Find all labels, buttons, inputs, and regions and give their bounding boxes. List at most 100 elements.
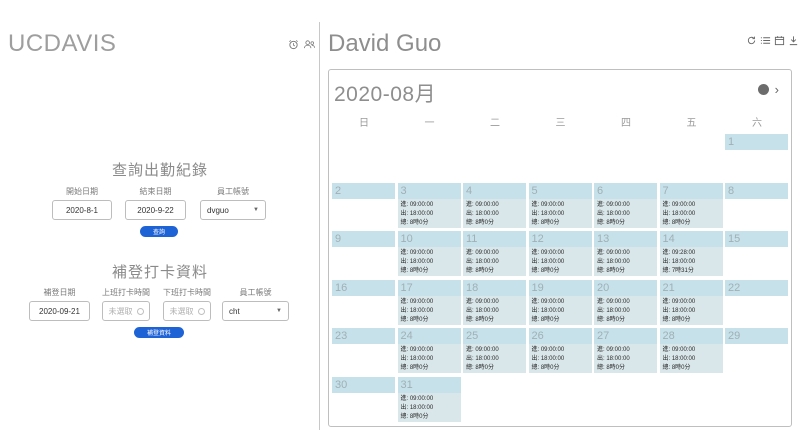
day-cell-number[interactable]: 2 [332, 182, 395, 199]
attendance-total-line: 總: 8時0分 [466, 316, 495, 323]
month-status-dot[interactable] [757, 84, 769, 95]
day-cell-number[interactable]: 19 [528, 279, 592, 296]
attendance-in-line: 進: 09:00:00 [597, 347, 630, 353]
day-attendance-record[interactable]: 進: 09:00:00 出: 18:00:00 總: 8時0分 [463, 295, 526, 325]
attendance-in-line: 進: 09:00:00 [531, 347, 565, 353]
day-attendance-record[interactable]: 進: 09:00:00 出: 18:00:00 總: 8時0分 [528, 295, 592, 325]
alarm-clock-icon[interactable] [288, 39, 299, 50]
day-attendance-record[interactable]: 進: 09:00:00 出: 18:00:00 總: 8時0分 [528, 198, 592, 228]
attendance-out-line: 出: 18:00:00 [531, 356, 565, 362]
attendance-total-line: 總: 8時0分 [466, 219, 495, 226]
makeup-date-input[interactable]: 2020-09-21 [29, 301, 90, 321]
query-section-title: 查詢出勤紀錄 [111, 162, 208, 179]
day-cell-number[interactable]: 22 [725, 279, 788, 296]
attendance-total-line: 總: 8時0分 [400, 413, 429, 420]
day-cell-number[interactable]: 16 [332, 279, 395, 296]
attendance-total-line: 總: 8時0分 [531, 268, 560, 274]
clock-in-time-input[interactable]: 未選取 [102, 301, 150, 321]
day-attendance-record[interactable]: 進: 09:00:00 出: 18:00:00 總: 8時0分 [463, 344, 526, 373]
clock-out-label: 下班打卡時間 [163, 288, 211, 297]
day-cell-number[interactable]: 27 [594, 328, 657, 344]
day-attendance-record[interactable]: 進: 09:00:00 出: 18:00:00 總: 8時0分 [594, 295, 657, 325]
attendance-total-line: 總: 8時0分 [400, 268, 429, 274]
attendance-total-line: 總: 8時0分 [400, 316, 429, 323]
day-attendance-record[interactable]: 進: 09:00:00 出: 18:00:00 總: 8時0分 [397, 247, 461, 276]
day-cell-number[interactable]: 29 [725, 328, 788, 344]
weekday-label: 五 [686, 118, 697, 129]
attendance-out-line: 出: 18:00:00 [466, 259, 499, 265]
next-month-icon[interactable]: › [775, 83, 779, 96]
attendance-out-line: 出: 18:00:00 [597, 307, 630, 314]
day-cell-number[interactable]: 3 [397, 182, 461, 199]
day-attendance-record[interactable]: 進: 09:00:00 出: 18:00:00 總: 8時0分 [594, 344, 657, 373]
day-attendance-record[interactable]: 進: 09:00:00 出: 18:00:00 總: 8時0分 [594, 198, 657, 228]
day-cell-number[interactable]: 11 [463, 231, 526, 247]
start-date-input[interactable]: 2020-8-1 [52, 200, 112, 220]
attendance-out-line: 出: 18:00:00 [466, 356, 499, 362]
day-cell-number[interactable]: 8 [725, 182, 788, 199]
day-cell-number[interactable]: 15 [725, 231, 788, 247]
weekday-label: 六 [752, 118, 762, 129]
day-attendance-record[interactable]: 進: 09:00:00 出: 18:00:00 總: 8時0分 [397, 295, 461, 325]
weekday-label: 日 [359, 118, 369, 129]
day-attendance-record[interactable]: 進: 09:00:00 出: 18:00:00 總: 8時0分 [397, 344, 461, 373]
day-attendance-record[interactable]: 進: 09:00:00 出: 18:00:00 總: 8時0分 [528, 344, 592, 373]
day-cell-number[interactable]: 25 [463, 328, 526, 344]
day-cell-number[interactable]: 14 [659, 231, 723, 247]
attendance-in-line: 進: 09:00:00 [466, 201, 499, 208]
makeup-submit-button[interactable]: 補登資料 [134, 327, 184, 338]
attendance-total-line: 總: 8時0分 [597, 365, 626, 371]
query-button[interactable]: 查詢 [140, 226, 178, 237]
day-cell-number[interactable]: 28 [659, 328, 723, 344]
day-cell-number[interactable]: 24 [397, 328, 461, 344]
day-attendance-record[interactable]: 進: 09:00:00 出: 18:00:00 總: 8時0分 [659, 344, 723, 373]
attendance-out-line: 出: 18:00:00 [400, 404, 434, 411]
day-cell-number[interactable]: 30 [332, 376, 395, 393]
calendar-icon[interactable] [774, 35, 785, 46]
day-attendance-record[interactable]: 進: 09:00:00 出: 18:00:00 總: 8時0分 [463, 247, 526, 276]
day-cell-number[interactable]: 5 [528, 182, 592, 199]
clock-out-time-input[interactable]: 未選取 [163, 301, 211, 321]
day-attendance-record[interactable]: 進: 09:00:00 出: 18:00:00 總: 8時0分 [463, 198, 526, 228]
day-cell-number[interactable]: 18 [463, 279, 526, 296]
start-date-label: 開始日期 [66, 187, 98, 196]
list-icon[interactable] [760, 35, 771, 46]
makeup-account-select[interactable]: cht ▼ [222, 301, 289, 321]
day-cell-number[interactable]: 21 [659, 279, 723, 296]
day-attendance-record[interactable]: 進: 09:00:00 出: 18:00:00 總: 8時0分 [528, 247, 592, 276]
day-cell-number[interactable]: 13 [594, 231, 657, 247]
day-attendance-record[interactable]: 進: 09:00:00 出: 18:00:00 總: 8時0分 [594, 247, 657, 276]
day-cell-number[interactable]: 4 [463, 182, 526, 199]
end-date-input[interactable]: 2020-9-22 [125, 200, 186, 220]
attendance-out-line: 出: 18:00:00 [400, 307, 434, 314]
day-attendance-record[interactable]: 進: 09:28:00 出: 18:00:00 總: 7時31分 [659, 247, 723, 276]
attendance-total-line: 總: 8時0分 [662, 316, 691, 323]
end-date-label: 結束日期 [139, 187, 172, 196]
day-cell-number[interactable]: 31 [397, 376, 461, 393]
right-toolbar [746, 35, 799, 46]
day-cell-number[interactable]: 10 [397, 231, 461, 247]
query-account-select[interactable]: dvguo ▼ [200, 200, 266, 220]
attendance-in-line: 進: 09:00:00 [466, 250, 499, 256]
day-attendance-record[interactable]: 進: 09:00:00 出: 18:00:00 總: 8時0分 [397, 198, 461, 228]
day-attendance-record[interactable]: 進: 09:00:00 出: 18:00:00 總: 8時0分 [659, 295, 723, 325]
download-icon[interactable] [788, 35, 799, 46]
day-cell-number[interactable]: 20 [594, 279, 657, 296]
day-cell-number[interactable]: 6 [594, 182, 657, 199]
user-group-icon[interactable] [303, 39, 316, 50]
refresh-icon[interactable] [746, 35, 757, 46]
day-cell-number[interactable]: 1 [725, 134, 788, 150]
day-attendance-record[interactable]: 進: 09:00:00 出: 18:00:00 總: 8時0分 [397, 392, 461, 422]
day-cell-number[interactable]: 7 [659, 182, 723, 199]
day-cell-number[interactable]: 17 [397, 279, 461, 296]
attendance-in-line: 進: 09:00:00 [400, 250, 434, 256]
day-cell-number[interactable]: 12 [528, 231, 592, 247]
attendance-in-line: 進: 09:00:00 [662, 298, 696, 305]
attendance-in-line: 進: 09:00:00 [400, 201, 434, 208]
day-cell-number[interactable]: 23 [332, 328, 395, 344]
day-cell-number[interactable]: 9 [332, 231, 395, 247]
day-cell-number[interactable]: 26 [528, 328, 592, 344]
day-attendance-record[interactable]: 進: 09:00:00 出: 18:00:00 總: 8時0分 [659, 198, 723, 228]
calendar-panel: 2020-08月 › 日一二三四五六 1 2 3 進: 09:00:00 出: 18:0… [328, 69, 792, 427]
attendance-in-line: 進: 09:00:00 [597, 201, 630, 208]
